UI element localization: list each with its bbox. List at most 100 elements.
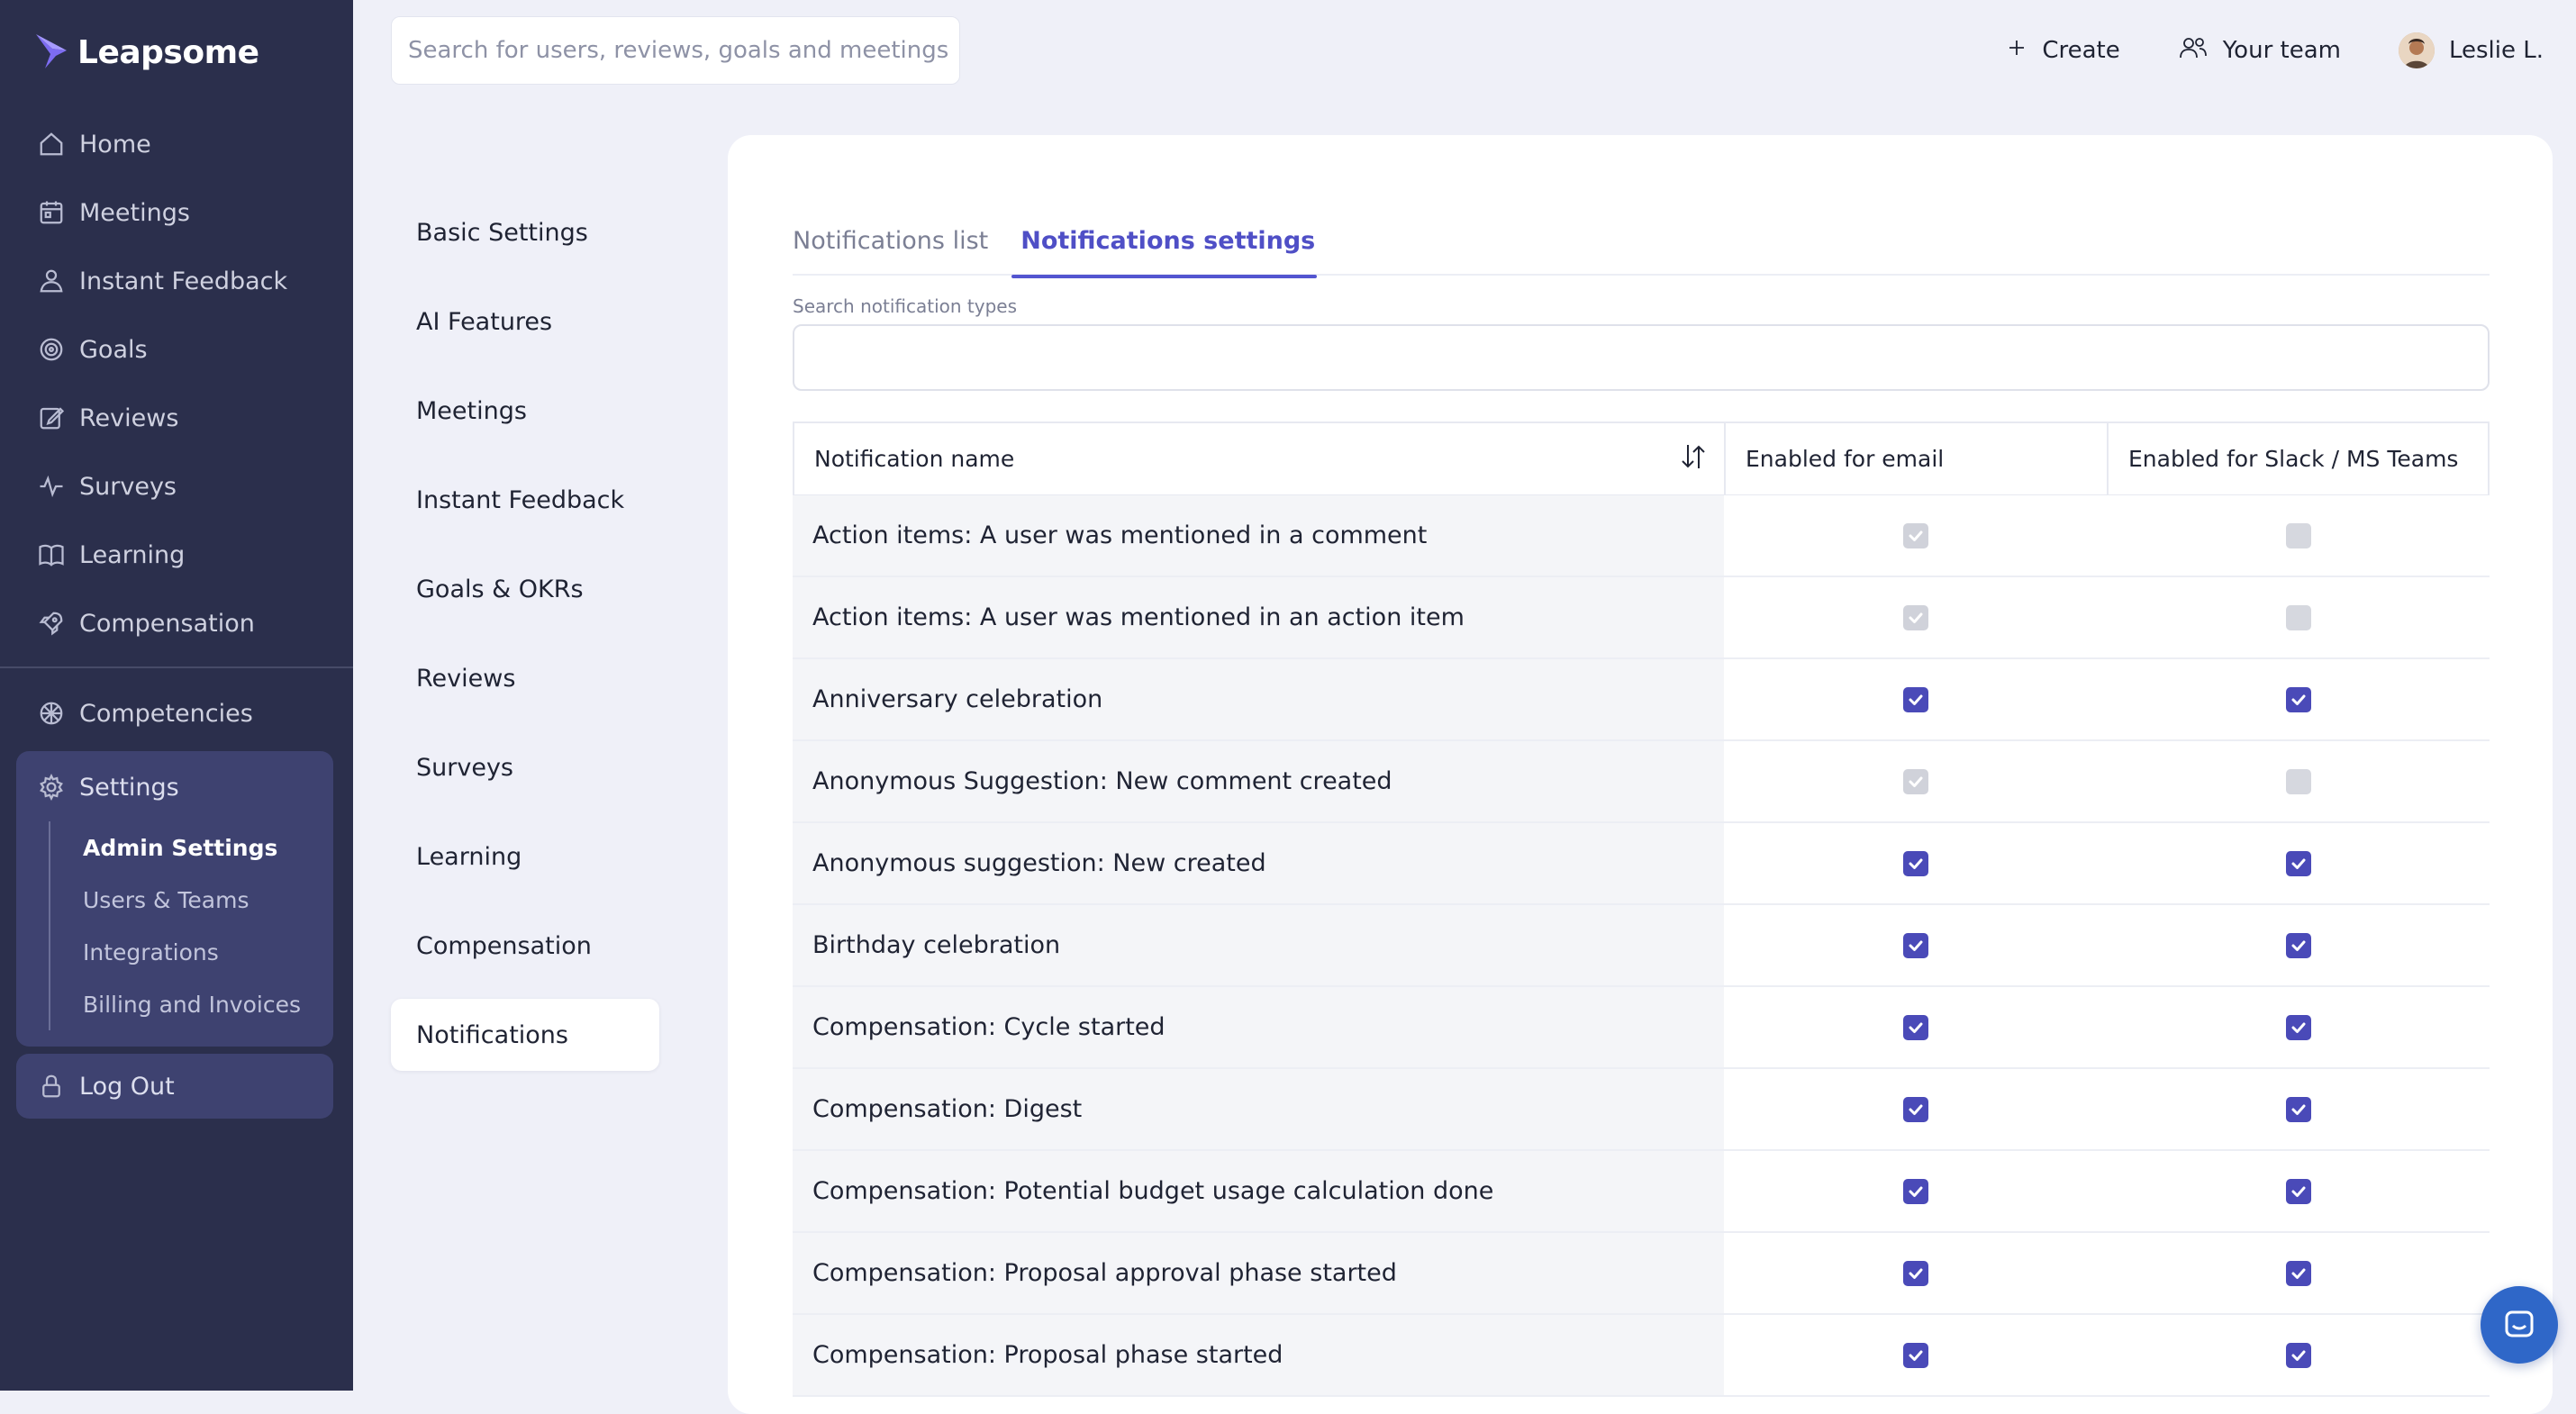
create-label: Create: [2042, 37, 2120, 64]
notification-name-cell: Compensation: Proposal phase started: [793, 1315, 1724, 1395]
sidebar-item-label: Surveys: [79, 472, 177, 501]
sidebar-item-goals[interactable]: Goals: [16, 315, 333, 384]
sort-icon[interactable]: [1679, 441, 1708, 472]
slack-checkbox[interactable]: [2285, 932, 2311, 958]
email-checkbox: [1902, 604, 1928, 630]
settings-menu-basic-settings[interactable]: Basic Settings: [391, 196, 659, 268]
sidebar-item-compensation[interactable]: Compensation: [16, 589, 333, 657]
feedback-icon: [38, 267, 65, 295]
table-row: Compensation: Cycle started: [793, 987, 2490, 1069]
slack-cell: [2107, 987, 2490, 1067]
settings-menu-meetings[interactable]: Meetings: [391, 375, 659, 447]
sidebar-item-label: Learning: [79, 540, 186, 569]
slack-checkbox[interactable]: [2285, 1096, 2311, 1122]
sidebar-subitem-admin-settings[interactable]: Admin Settings: [50, 821, 333, 874]
sidebar-item-learning[interactable]: Learning: [16, 521, 333, 589]
slack-checkbox[interactable]: [2285, 1014, 2311, 1040]
notification-name-cell: Compensation: Proposal approval phase st…: [793, 1233, 1724, 1313]
slack-cell: [2107, 823, 2490, 903]
slack-cell: [2107, 1233, 2490, 1313]
table-row: Action items: A user was mentioned in a …: [793, 495, 2490, 577]
sidebar-subitem-users-teams[interactable]: Users & Teams: [50, 874, 333, 926]
your-team-button[interactable]: Your team: [2178, 35, 2341, 67]
sidebar-item-label: Instant Feedback: [79, 267, 288, 295]
brand-logo[interactable]: Leapsome: [32, 32, 259, 72]
table-row: Compensation: Proposal approval phase st…: [793, 1233, 2490, 1315]
sidebar-item-meetings[interactable]: Meetings: [16, 178, 333, 247]
settings-menu-reviews[interactable]: Reviews: [391, 642, 659, 714]
sidebar-item-instant-feedback[interactable]: Instant Feedback: [16, 247, 333, 315]
create-button[interactable]: Create: [2006, 37, 2120, 65]
table-header: Notification name Enabled for email Enab…: [793, 421, 2490, 495]
your-team-label: Your team: [2222, 37, 2341, 64]
column-header-name-label: Notification name: [814, 446, 1015, 472]
table-row: Compensation: Potential budget usage cal…: [793, 1151, 2490, 1233]
sidebar-item-reviews[interactable]: Reviews: [16, 384, 333, 452]
slack-checkbox[interactable]: [2285, 1342, 2311, 1368]
settings-menu-compensation[interactable]: Compensation: [391, 910, 659, 982]
email-cell: [1724, 495, 2107, 576]
slack-checkbox: [2285, 768, 2311, 794]
global-search-input[interactable]: Search for users, reviews, goals and mee…: [391, 16, 960, 85]
sidebar-subitem-integrations[interactable]: Integrations: [50, 926, 333, 978]
global-search-placeholder: Search for users, reviews, goals and mee…: [408, 37, 949, 64]
email-checkbox[interactable]: [1902, 1096, 1928, 1122]
settings-menu-goals-okrs[interactable]: Goals & OKRs: [391, 553, 659, 625]
slack-cell: [2107, 1315, 2490, 1395]
email-checkbox[interactable]: [1902, 1342, 1928, 1368]
notification-name-cell: Action items: A user was mentioned in an…: [793, 577, 1724, 657]
sidebar-item-settings[interactable]: Settings: [16, 753, 333, 821]
email-cell: [1724, 987, 2107, 1067]
settings-menu-surveys[interactable]: Surveys: [391, 731, 659, 803]
tab-notifications-settings[interactable]: Notifications settings: [1011, 218, 1318, 278]
search-notification-input[interactable]: [793, 324, 2490, 391]
table-row: Birthday celebration: [793, 905, 2490, 987]
sidebar-divider: [0, 666, 353, 668]
logout-label: Log Out: [79, 1072, 175, 1101]
logout-button[interactable]: Log Out: [16, 1054, 333, 1119]
email-checkbox[interactable]: [1902, 1178, 1928, 1204]
settings-menu-instant-feedback[interactable]: Instant Feedback: [391, 464, 659, 536]
sidebar: Leapsome Home Meetings Instant Feedback …: [0, 0, 353, 1391]
user-menu[interactable]: Leslie L.: [2398, 32, 2544, 68]
notification-name-cell: Anonymous Suggestion: New comment create…: [793, 741, 1724, 821]
sidebar-subitem-billing[interactable]: Billing and Invoices: [50, 978, 333, 1030]
notification-name-cell: Compensation: Potential budget usage cal…: [793, 1151, 1724, 1231]
slack-checkbox[interactable]: [2285, 686, 2311, 712]
settings-menu-learning[interactable]: Learning: [391, 820, 659, 893]
chat-launcher-button[interactable]: [2481, 1286, 2558, 1364]
sidebar-item-label: Competencies: [79, 699, 253, 728]
column-header-name[interactable]: Notification name: [794, 423, 1726, 494]
slack-checkbox[interactable]: [2285, 850, 2311, 876]
table-row: Anniversary celebration: [793, 659, 2490, 741]
slack-checkbox[interactable]: [2285, 1178, 2311, 1204]
pulse-icon: [38, 473, 65, 500]
tab-notifications-list[interactable]: Notifications list: [793, 218, 988, 276]
email-checkbox[interactable]: [1902, 686, 1928, 712]
calendar-icon: [38, 199, 65, 226]
column-header-email: Enabled for email: [1726, 423, 2109, 494]
sidebar-item-competencies[interactable]: Competencies: [16, 679, 333, 748]
sidebar-item-label: Home: [79, 130, 151, 159]
sidebar-item-home[interactable]: Home: [16, 110, 333, 178]
settings-menu-notifications[interactable]: Notifications: [391, 999, 659, 1071]
notifications-table: Notification name Enabled for email Enab…: [793, 421, 2490, 1397]
email-cell: [1724, 1233, 2107, 1313]
notification-name-cell: Compensation: Cycle started: [793, 987, 1724, 1067]
edit-icon: [38, 404, 65, 431]
lock-icon: [38, 1073, 65, 1100]
sidebar-item-surveys[interactable]: Surveys: [16, 452, 333, 521]
table-body: Action items: A user was mentioned in a …: [793, 495, 2490, 1397]
table-row: Compensation: Proposal phase started: [793, 1315, 2490, 1397]
slack-cell: [2107, 659, 2490, 739]
email-checkbox[interactable]: [1902, 1260, 1928, 1286]
slack-cell: [2107, 905, 2490, 985]
slack-checkbox[interactable]: [2285, 1260, 2311, 1286]
brand-name: Leapsome: [77, 33, 259, 71]
email-cell: [1724, 741, 2107, 821]
slack-checkbox: [2285, 604, 2311, 630]
email-checkbox[interactable]: [1902, 1014, 1928, 1040]
email-checkbox[interactable]: [1902, 850, 1928, 876]
settings-menu-ai-features[interactable]: AI Features: [391, 286, 659, 358]
email-checkbox[interactable]: [1902, 932, 1928, 958]
